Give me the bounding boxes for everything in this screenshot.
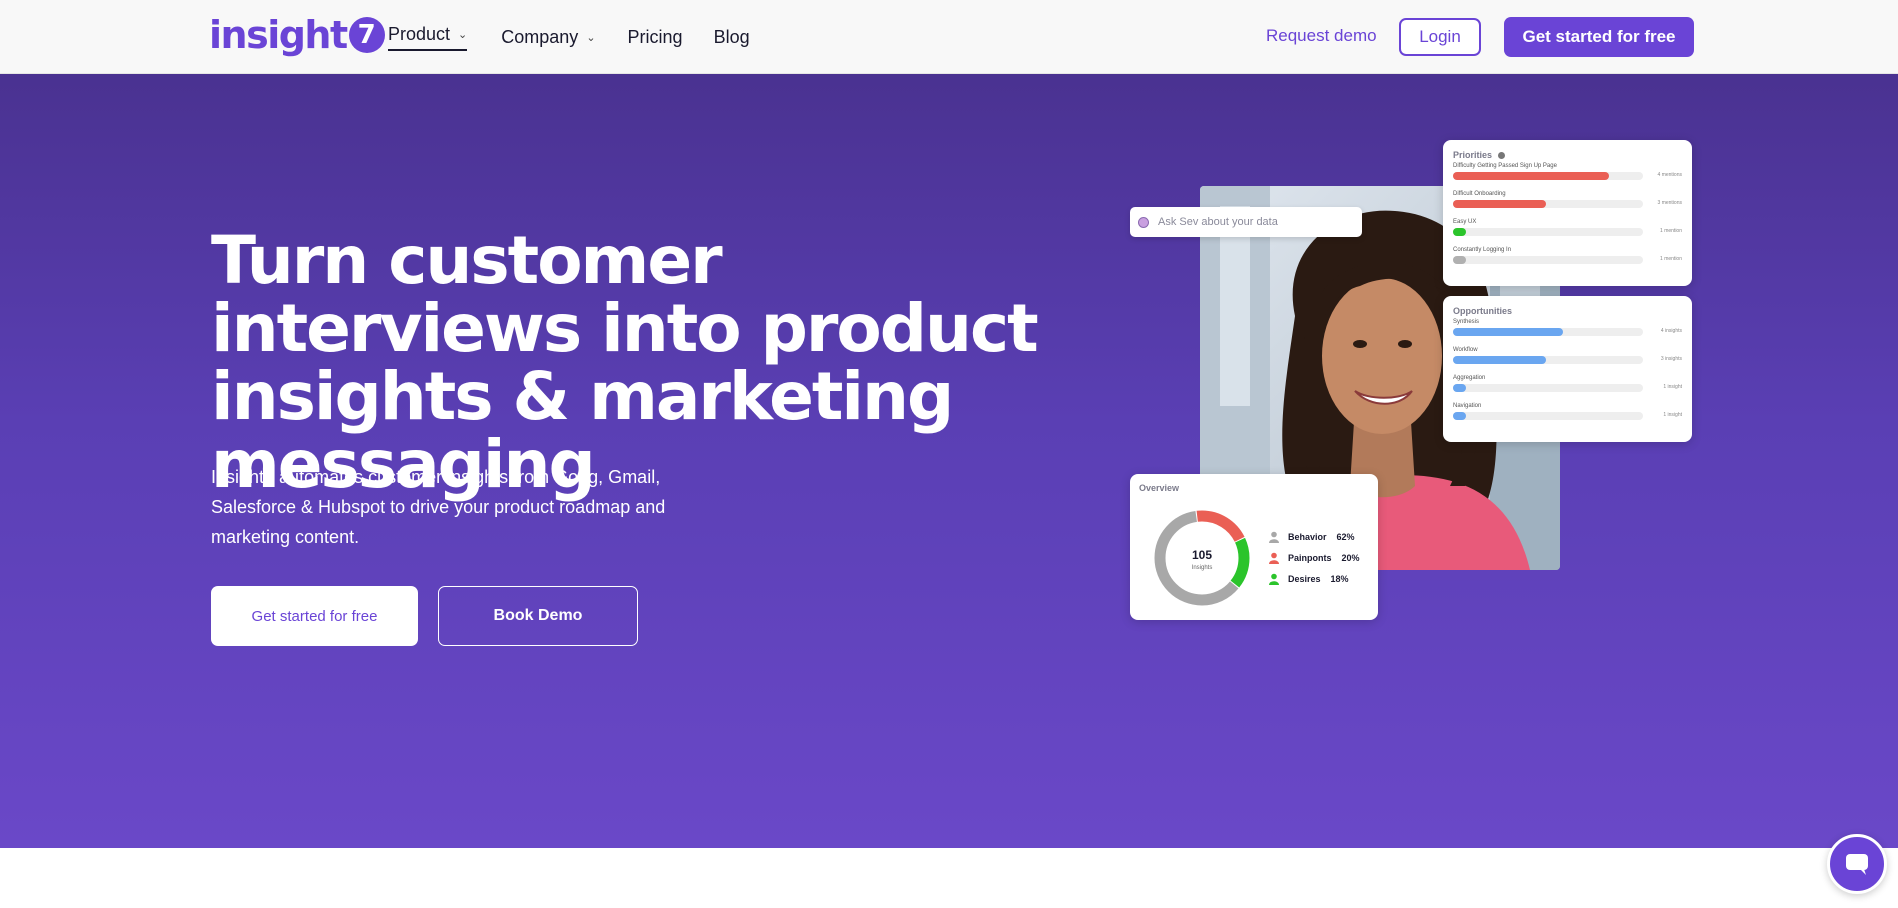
opportunity-row-label: Navigation xyxy=(1453,403,1482,409)
legend-item: Behavior 62% xyxy=(1268,526,1360,547)
request-demo-link[interactable]: Request demo xyxy=(1266,26,1377,46)
priority-row-count: 4 mentions xyxy=(1657,172,1682,178)
opportunity-row-count: 1 insight xyxy=(1663,412,1682,418)
opportunity-row-track xyxy=(1453,356,1643,364)
legend-label: Behavior xyxy=(1288,531,1327,542)
opportunity-row-track xyxy=(1453,412,1643,420)
nav-item-blog[interactable]: Blog xyxy=(714,24,750,51)
opportunity-row-bar xyxy=(1453,356,1547,364)
top-navigation: insight 7 Product ⌄ Company ⌄ Pricing Bl… xyxy=(0,0,1898,74)
opportunity-row-track xyxy=(1453,384,1643,392)
priorities-title: Priorities xyxy=(1453,150,1493,160)
nav-item-product[interactable]: Product ⌄ xyxy=(388,24,468,51)
opportunity-row-label: Workflow xyxy=(1453,347,1478,353)
priorities-card: Priorities Difficulty Getting Passed Sig… xyxy=(1443,140,1692,286)
opportunity-row-bar xyxy=(1453,384,1467,392)
opportunity-row-count: 1 insight xyxy=(1663,384,1682,390)
priority-row: Easy UX 1 mention xyxy=(1453,219,1682,244)
chat-widget-button[interactable] xyxy=(1827,834,1887,894)
priority-row-bar xyxy=(1453,228,1467,236)
opportunity-row: Workflow 3 insights xyxy=(1453,347,1682,372)
nav-links: Product ⌄ Company ⌄ Pricing Blog xyxy=(388,24,750,51)
opportunity-row: Navigation 1 insight xyxy=(1453,403,1682,428)
opportunity-row-count: 4 insights xyxy=(1660,328,1682,334)
priority-row-track xyxy=(1453,172,1643,180)
priority-row-label: Easy UX xyxy=(1453,219,1477,225)
overview-total-label: Insights xyxy=(1192,565,1213,571)
opportunity-row-bar xyxy=(1453,328,1564,336)
nav-item-company-label: Company xyxy=(501,27,579,47)
logo-text: insight xyxy=(209,13,348,57)
get-started-button[interactable]: Get started for free xyxy=(1504,17,1694,57)
person-icon xyxy=(1269,573,1279,585)
nav-item-company[interactable]: Company ⌄ xyxy=(501,24,595,51)
priority-row-label: Difficult Onboarding xyxy=(1453,191,1506,197)
overview-donut-chart: 105 Insights xyxy=(1154,510,1250,606)
priority-row-bar xyxy=(1453,172,1609,180)
overview-title: Overview xyxy=(1139,483,1180,493)
opportunity-row-label: Synthesis xyxy=(1453,319,1480,325)
login-button[interactable]: Login xyxy=(1399,18,1481,56)
opportunities-card: Opportunities Synthesis 4 insights Workflo… xyxy=(1443,296,1692,442)
legend-percent: 62% xyxy=(1336,531,1355,542)
opportunity-row-bar xyxy=(1453,412,1467,420)
person-icon xyxy=(1269,552,1279,564)
chevron-down-icon: ⌄ xyxy=(458,29,468,41)
priorities-header: Priorities xyxy=(1453,150,1682,160)
legend-percent: 18% xyxy=(1330,573,1349,584)
priority-row-label: Constantly Logging In xyxy=(1453,247,1512,253)
legend-label: Painponts xyxy=(1288,552,1332,563)
priority-row-track xyxy=(1453,256,1643,264)
hero-headline: Turn customer interviews into product in… xyxy=(211,222,1039,503)
legend-label: Desires xyxy=(1288,573,1321,584)
opportunity-row-label: Aggregation xyxy=(1453,375,1486,381)
nav-item-pricing[interactable]: Pricing xyxy=(628,24,683,51)
opportunity-row: Synthesis 4 insights xyxy=(1453,319,1682,344)
opportunities-title: Opportunities xyxy=(1453,306,1512,316)
overview-card: Overview 105 Insights Behavior 62% Painpon… xyxy=(1130,474,1378,620)
priority-row-count: 3 mentions xyxy=(1657,200,1682,206)
overview-total: 105 xyxy=(1192,548,1212,562)
priority-row-bar xyxy=(1453,256,1467,264)
priority-row-count: 1 mention xyxy=(1660,228,1682,234)
person-icon xyxy=(1269,531,1279,543)
priority-row: Difficult Onboarding 3 mentions xyxy=(1453,191,1682,216)
legend-item: Painponts 20% xyxy=(1268,547,1360,568)
ask-sev-input[interactable]: Ask Sev about your data xyxy=(1130,207,1362,237)
logo-badge: 7 xyxy=(348,17,385,53)
book-demo-button[interactable]: Book Demo xyxy=(438,586,638,646)
priority-row-track xyxy=(1453,228,1643,236)
legend-percent: 20% xyxy=(1341,552,1360,563)
priority-row-count: 1 mention xyxy=(1660,256,1682,262)
priorities-list: Difficulty Getting Passed Sign Up Page 4 … xyxy=(1453,163,1682,272)
priority-row-track xyxy=(1453,200,1643,208)
priority-row-label: Difficulty Getting Passed Sign Up Page xyxy=(1453,163,1557,169)
opportunities-list: Synthesis 4 insights Workflow 3 insights Agg… xyxy=(1453,319,1682,428)
priority-row-bar xyxy=(1453,200,1547,208)
nav-item-product-label: Product xyxy=(388,24,451,44)
opportunity-row-track xyxy=(1453,328,1643,336)
hero-subtitle: Insight7 automates customer insights fro… xyxy=(211,467,666,547)
legend-item: Desires 18% xyxy=(1268,568,1360,589)
get-started-free-button[interactable]: Get started for free xyxy=(211,586,418,646)
priority-row: Difficulty Getting Passed Sign Up Page 4 … xyxy=(1453,163,1682,188)
chat-bubble-icon xyxy=(1846,854,1868,875)
sev-avatar-icon xyxy=(1138,216,1149,228)
ask-sev-placeholder: Ask Sev about your data xyxy=(1158,216,1278,228)
overview-legend: Behavior 62% Painponts 20% Desires 18% xyxy=(1268,526,1360,589)
priority-row: Constantly Logging In 1 mention xyxy=(1453,247,1682,272)
opportunity-row-count: 3 insights xyxy=(1660,356,1682,362)
opportunity-row: Aggregation 1 insight xyxy=(1453,375,1682,400)
insight7-logo[interactable]: insight 7 xyxy=(209,13,385,57)
chevron-down-icon: ⌄ xyxy=(586,32,596,44)
info-icon xyxy=(1498,151,1506,159)
